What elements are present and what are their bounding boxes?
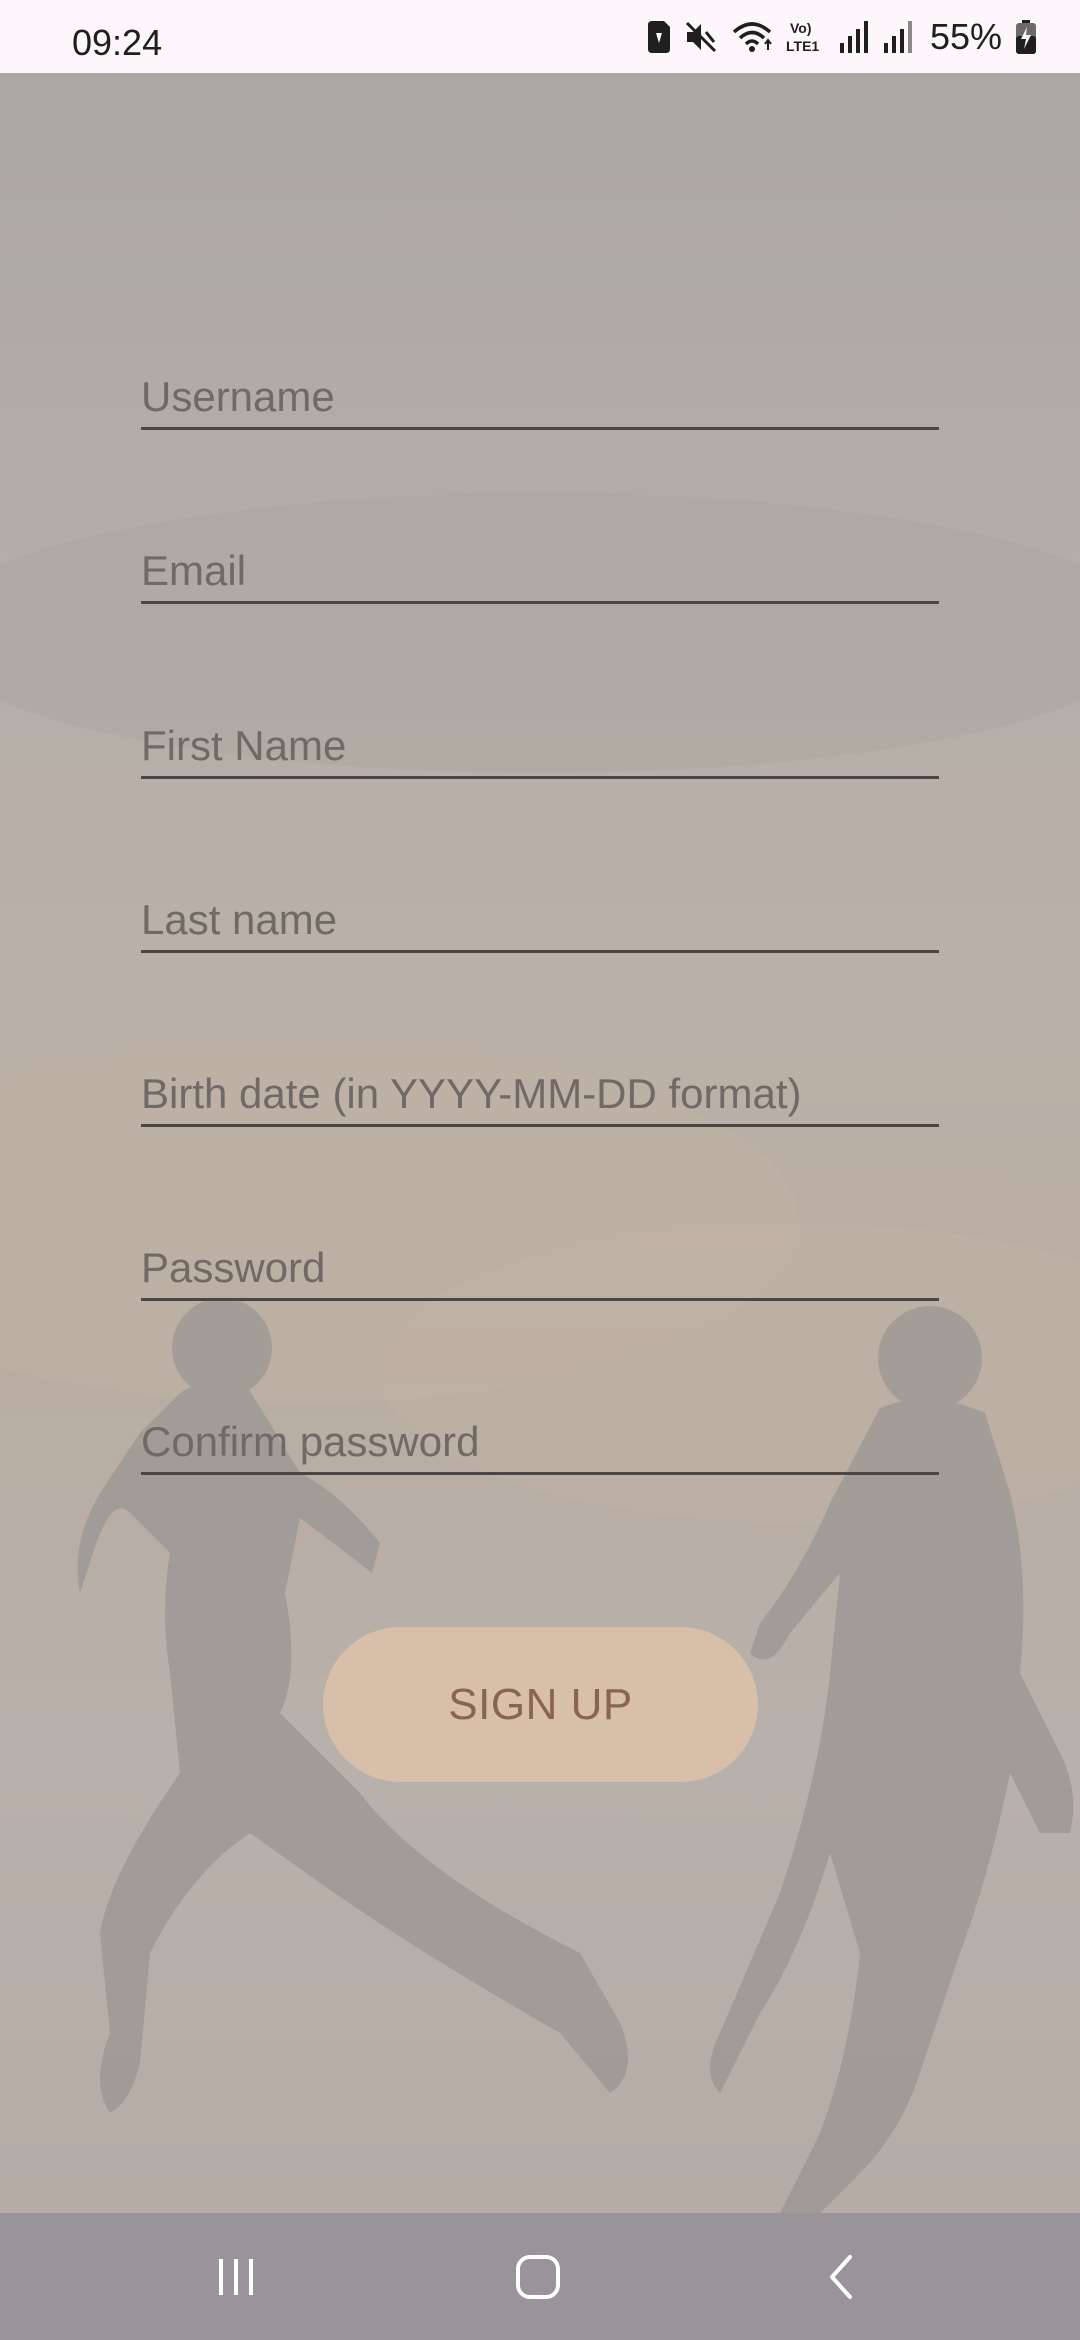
confirm-password-field-container (141, 1405, 939, 1475)
recent-apps-icon (219, 2258, 253, 2295)
back-icon (830, 2254, 852, 2299)
status-time: 09:24 (72, 22, 163, 63)
birth-date-field[interactable] (141, 1070, 939, 1118)
signal-icon (839, 21, 868, 53)
email-field[interactable] (141, 547, 939, 595)
battery-charging-icon (1016, 20, 1036, 54)
back-button[interactable] (752, 2213, 932, 2340)
password-field[interactable] (141, 1244, 939, 1292)
confirm-password-field[interactable] (141, 1418, 939, 1466)
status-bar: 09:24 Vo) LTE1 55% (0, 0, 1080, 73)
volte-line2: LTE1 (786, 38, 819, 54)
password-field-container (141, 1231, 939, 1301)
home-button[interactable] (448, 2213, 628, 2340)
username-field[interactable] (141, 373, 939, 421)
status-icons: Vo) LTE1 55% (647, 16, 1036, 58)
mute-icon (685, 21, 716, 53)
signup-screen: SIGN UP (0, 73, 1080, 2213)
signal-icon (883, 21, 912, 53)
volte-line1: Vo) (790, 20, 812, 36)
email-field-container (141, 534, 939, 604)
wifi-icon (732, 22, 772, 52)
birth-date-field-container (141, 1057, 939, 1127)
home-icon (516, 2254, 560, 2299)
battery-percent: 55% (929, 16, 1002, 57)
first-name-field-container (141, 709, 939, 779)
navigation-bar (0, 2213, 1080, 2340)
sim-card-icon (647, 21, 670, 53)
volte-icon: Vo) LTE1 (786, 20, 819, 54)
signup-form: SIGN UP (0, 73, 1080, 2213)
last-name-field[interactable] (141, 896, 939, 944)
recent-apps-button[interactable] (146, 2213, 326, 2340)
username-field-container (141, 360, 939, 430)
first-name-field[interactable] (141, 722, 939, 770)
signup-button[interactable]: SIGN UP (323, 1627, 758, 1782)
last-name-field-container (141, 883, 939, 953)
